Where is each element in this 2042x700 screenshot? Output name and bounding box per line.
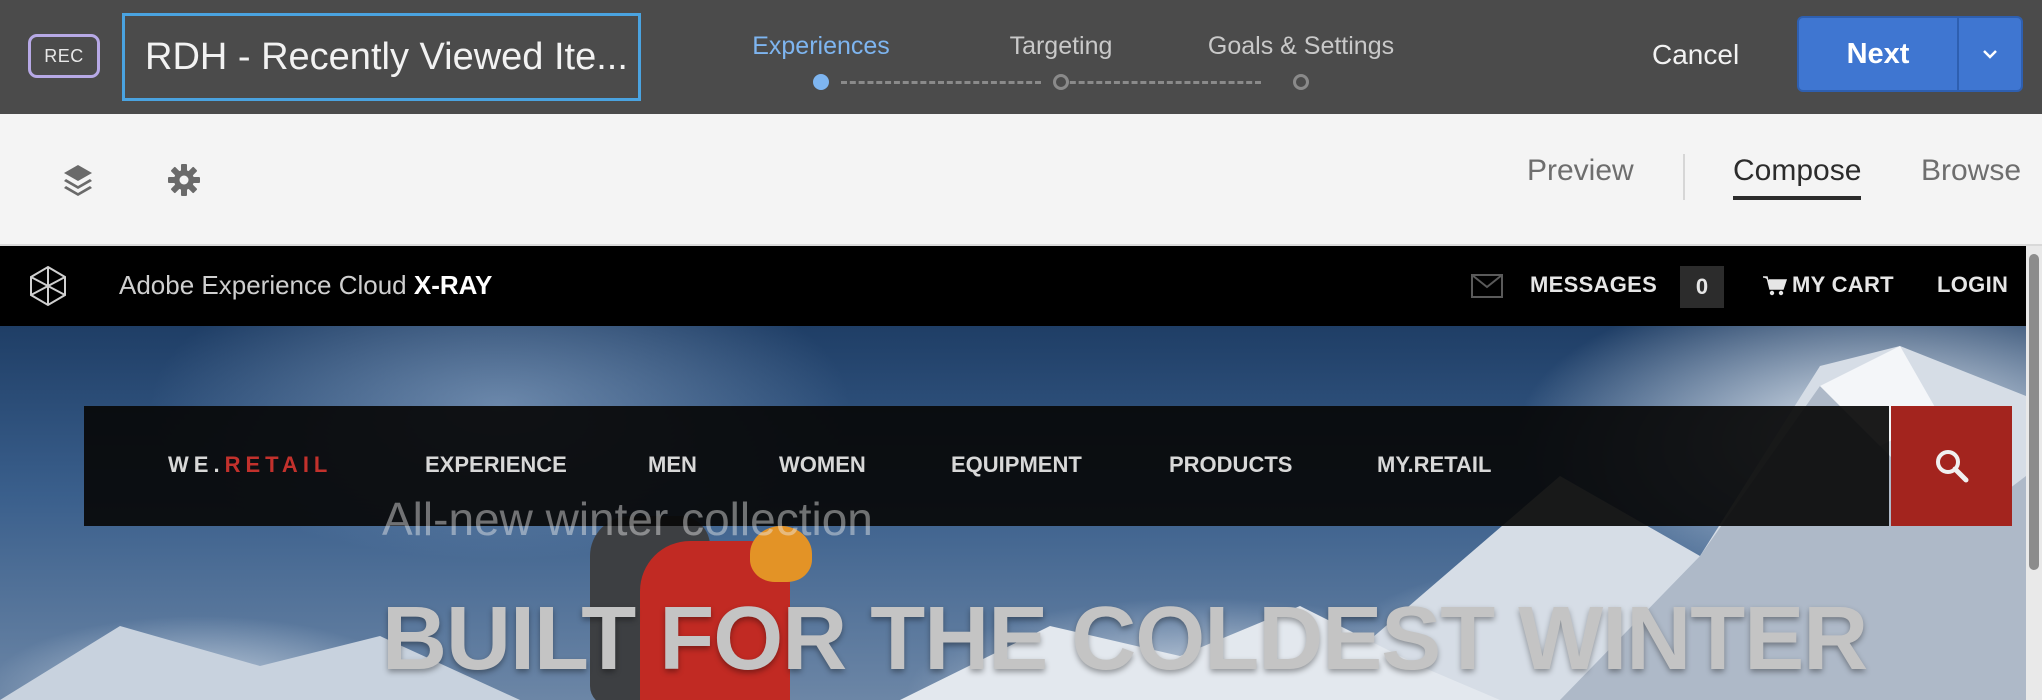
nav-men[interactable]: MEN — [648, 452, 697, 478]
site-preview-frame: Adobe Experience Cloud X-RAY MESSAGES 0 … — [0, 246, 2026, 700]
envelope-icon[interactable] — [1471, 274, 1503, 303]
site-header: Adobe Experience Cloud X-RAY MESSAGES 0 … — [0, 246, 2026, 326]
hero-title: BUILT FOR THE COLDEST WINTER — [382, 589, 1868, 689]
messages-count-badge: 0 — [1680, 266, 1724, 308]
my-cart-link[interactable]: MY CART — [1792, 272, 1894, 298]
next-button-group: Next — [1797, 16, 2023, 92]
step-experiences-dot — [813, 74, 829, 90]
messages-link[interactable]: MESSAGES — [1530, 272, 1657, 298]
nav-experience[interactable]: EXPERIENCE — [425, 452, 567, 478]
step-connector — [841, 81, 1041, 84]
workflow-steps: Experiences Targeting Goals & Settings — [740, 28, 1394, 98]
site-brand: Adobe Experience Cloud X-RAY — [119, 270, 492, 301]
cancel-button[interactable]: Cancel — [1652, 30, 1739, 80]
next-options-button[interactable] — [1957, 18, 2021, 90]
nav-equipment[interactable]: EQUIPMENT — [951, 452, 1082, 478]
mode-compose-tab[interactable]: Compose — [1733, 154, 1862, 200]
hero-subtitle: All-new winter collection — [382, 493, 873, 545]
site-navigation: WE.RETAIL EXPERIENCE MEN WOMEN EQUIPMENT… — [84, 406, 1889, 526]
step-goals-settings-dot — [1293, 74, 1309, 90]
mode-browse-tab[interactable]: Browse — [1921, 154, 2021, 188]
activity-topbar: REC RDH - Recently Viewed Ite... Experie… — [0, 0, 2042, 114]
mode-preview-tab[interactable]: Preview — [1527, 154, 1634, 188]
preview-scrollbar[interactable] — [2026, 246, 2042, 700]
gear-icon[interactable] — [164, 160, 204, 200]
step-targeting-dot — [1053, 74, 1069, 90]
nav-my-retail[interactable]: MY.RETAIL — [1377, 452, 1491, 478]
mode-divider — [1683, 154, 1685, 200]
editor-toolbar: Preview Compose Browse — [0, 114, 2042, 246]
step-connector — [1061, 81, 1261, 84]
brand-xray: X-RAY — [413, 270, 493, 300]
xray-logo-icon[interactable] — [26, 264, 70, 308]
activity-type-badge: REC — [28, 34, 100, 78]
logo-prefix: WE. — [168, 452, 225, 477]
we-retail-logo[interactable]: WE.RETAIL — [168, 452, 332, 478]
active-tab-underline — [1733, 196, 1862, 200]
cart-icon[interactable] — [1763, 275, 1788, 302]
scrollbar-thumb[interactable] — [2029, 254, 2039, 570]
login-link[interactable]: LOGIN — [1937, 272, 2008, 298]
chevron-down-icon — [1983, 50, 1997, 59]
next-button[interactable]: Next — [1799, 18, 1957, 90]
step-goals-settings[interactable]: Goals & Settings — [1208, 32, 1394, 61]
layers-icon[interactable] — [58, 160, 98, 200]
mode-compose-label: Compose — [1733, 154, 1862, 187]
activity-name-field[interactable]: RDH - Recently Viewed Ite... — [122, 13, 641, 101]
site-search-button[interactable] — [1891, 406, 2012, 526]
search-icon — [1935, 450, 1968, 483]
step-experiences[interactable]: Experiences — [752, 32, 890, 61]
brand-prefix: Adobe Experience Cloud — [119, 270, 414, 300]
nav-women[interactable]: WOMEN — [779, 452, 866, 478]
hero-banner: WE.RETAIL EXPERIENCE MEN WOMEN EQUIPMENT… — [0, 326, 2026, 700]
logo-suffix: RETAIL — [224, 452, 333, 477]
nav-products[interactable]: PRODUCTS — [1169, 452, 1292, 478]
step-targeting[interactable]: Targeting — [1010, 32, 1113, 61]
